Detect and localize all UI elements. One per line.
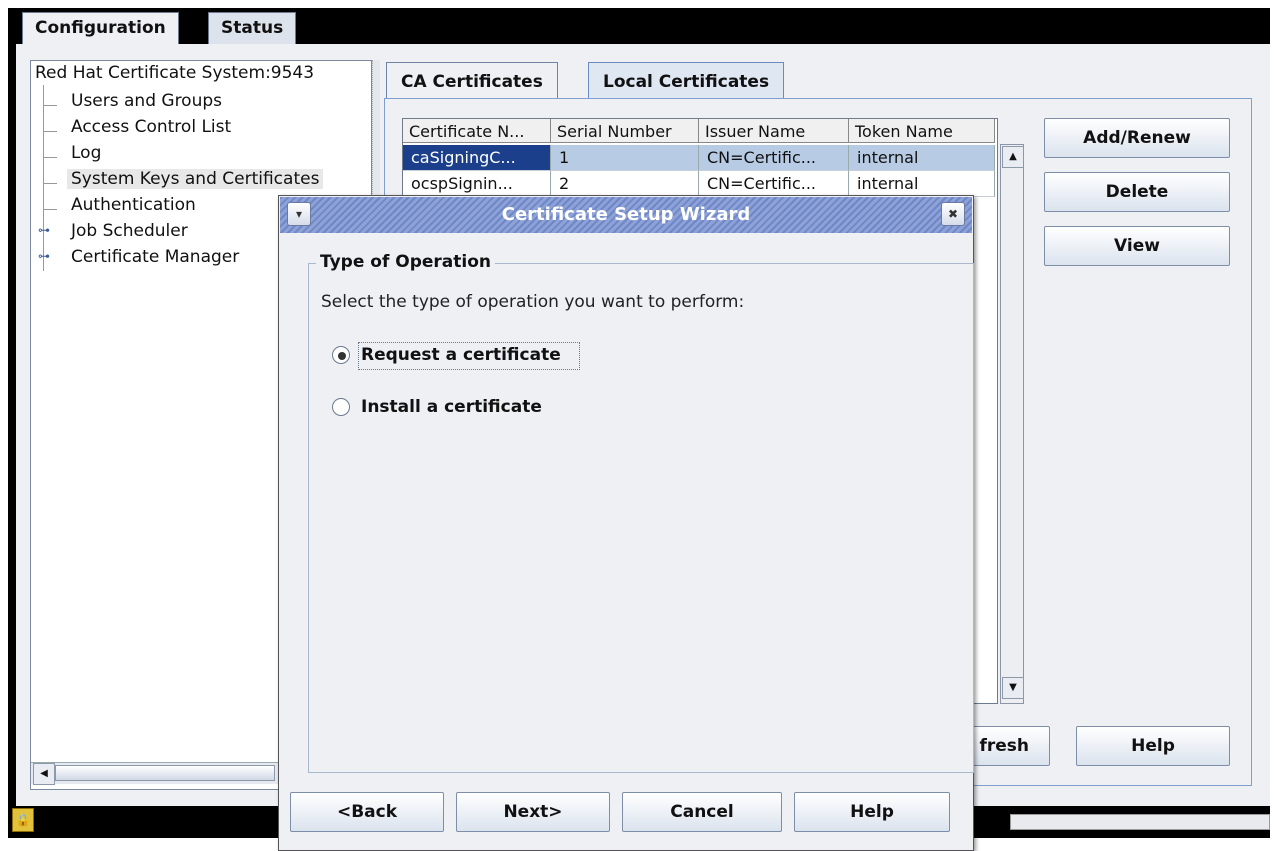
column-header[interactable]: Serial Number xyxy=(551,119,699,143)
radio-selected-dot xyxy=(338,352,346,360)
table-cell[interactable]: internal xyxy=(849,171,995,197)
table-cell[interactable]: CN=Certific... xyxy=(699,145,849,171)
install-option-label[interactable]: Install a certificate xyxy=(361,397,542,417)
delete-button[interactable]: Delete xyxy=(1044,172,1230,212)
scroll-thumb[interactable] xyxy=(55,765,275,781)
group-title: Type of Operation xyxy=(316,252,496,272)
tree-connector xyxy=(43,157,57,158)
cancel-button[interactable]: Cancel xyxy=(622,792,782,832)
scroll-down-icon[interactable]: ▼ xyxy=(1002,677,1024,699)
tree-item-authentication[interactable]: Authentication xyxy=(71,195,196,215)
tab-ca-certificates[interactable]: CA Certificates xyxy=(386,62,558,98)
operation-group-box xyxy=(308,263,974,773)
tree-connector xyxy=(43,131,57,132)
table-cell[interactable]: ocspSignin... xyxy=(403,171,551,197)
tab-status[interactable]: Status xyxy=(208,12,297,44)
request-option-label[interactable]: Request a certificate xyxy=(361,345,561,365)
next-button[interactable]: Next> xyxy=(456,792,610,832)
scroll-up-icon[interactable]: ▲ xyxy=(1002,146,1024,168)
tree-item-certificate-manager[interactable]: Certificate Manager xyxy=(71,247,239,267)
tree-item-system-keys[interactable]: System Keys and Certificates xyxy=(67,169,324,189)
back-button[interactable]: <Back xyxy=(290,792,444,832)
table-cell[interactable]: 1 xyxy=(551,145,699,171)
tree-guide-line xyxy=(43,85,44,271)
tree-root[interactable]: Red Hat Certificate System:9543 xyxy=(35,63,314,83)
help-button[interactable]: Help xyxy=(1076,726,1230,766)
expand-key-icon[interactable]: ⊶ xyxy=(38,249,50,263)
column-header[interactable]: Certificate N... xyxy=(403,119,551,143)
view-button[interactable]: View xyxy=(1044,226,1230,266)
vertical-scrollbar[interactable]: ▲ ▼ xyxy=(1000,144,1024,704)
tree-item-users-groups[interactable]: Users and Groups xyxy=(71,91,222,111)
add-renew-button[interactable]: Add/Renew xyxy=(1044,118,1230,158)
tab-configuration[interactable]: Configuration xyxy=(22,12,179,44)
install-radio[interactable] xyxy=(332,398,350,416)
window-menu-chevron-icon[interactable]: ▾ xyxy=(287,202,311,226)
horizontal-scrollbar[interactable]: ◀ xyxy=(31,762,281,785)
dialog-title: Certificate Setup Wizard xyxy=(501,204,751,225)
status-progress-field xyxy=(1010,814,1270,830)
table-cell[interactable]: CN=Certific... xyxy=(699,171,849,197)
column-header[interactable]: Token Name xyxy=(849,119,995,143)
tab-local-certificates[interactable]: Local Certificates xyxy=(588,62,785,98)
table-cell[interactable]: caSigningC... xyxy=(403,145,551,171)
tree-connector xyxy=(43,105,57,106)
tree-connector xyxy=(43,183,57,184)
request-radio[interactable] xyxy=(332,346,350,364)
dialog-help-button[interactable]: Help xyxy=(794,792,950,832)
table-cell[interactable]: internal xyxy=(849,145,995,171)
tree-connector xyxy=(43,209,57,210)
tree-item-job-scheduler[interactable]: Job Scheduler xyxy=(71,221,188,241)
tree-item-access-control[interactable]: Access Control List xyxy=(71,117,231,137)
expand-key-icon[interactable]: ⊶ xyxy=(38,223,50,237)
instruction-text: Select the type of operation you want to… xyxy=(321,292,745,312)
close-icon[interactable]: ✖ xyxy=(941,202,965,226)
scroll-left-icon[interactable]: ◀ xyxy=(33,763,55,785)
tree-item-log[interactable]: Log xyxy=(71,143,101,163)
lock-icon: 🔒 xyxy=(12,808,34,832)
table-cell[interactable]: 2 xyxy=(551,171,699,197)
column-header[interactable]: Issuer Name xyxy=(699,119,849,143)
